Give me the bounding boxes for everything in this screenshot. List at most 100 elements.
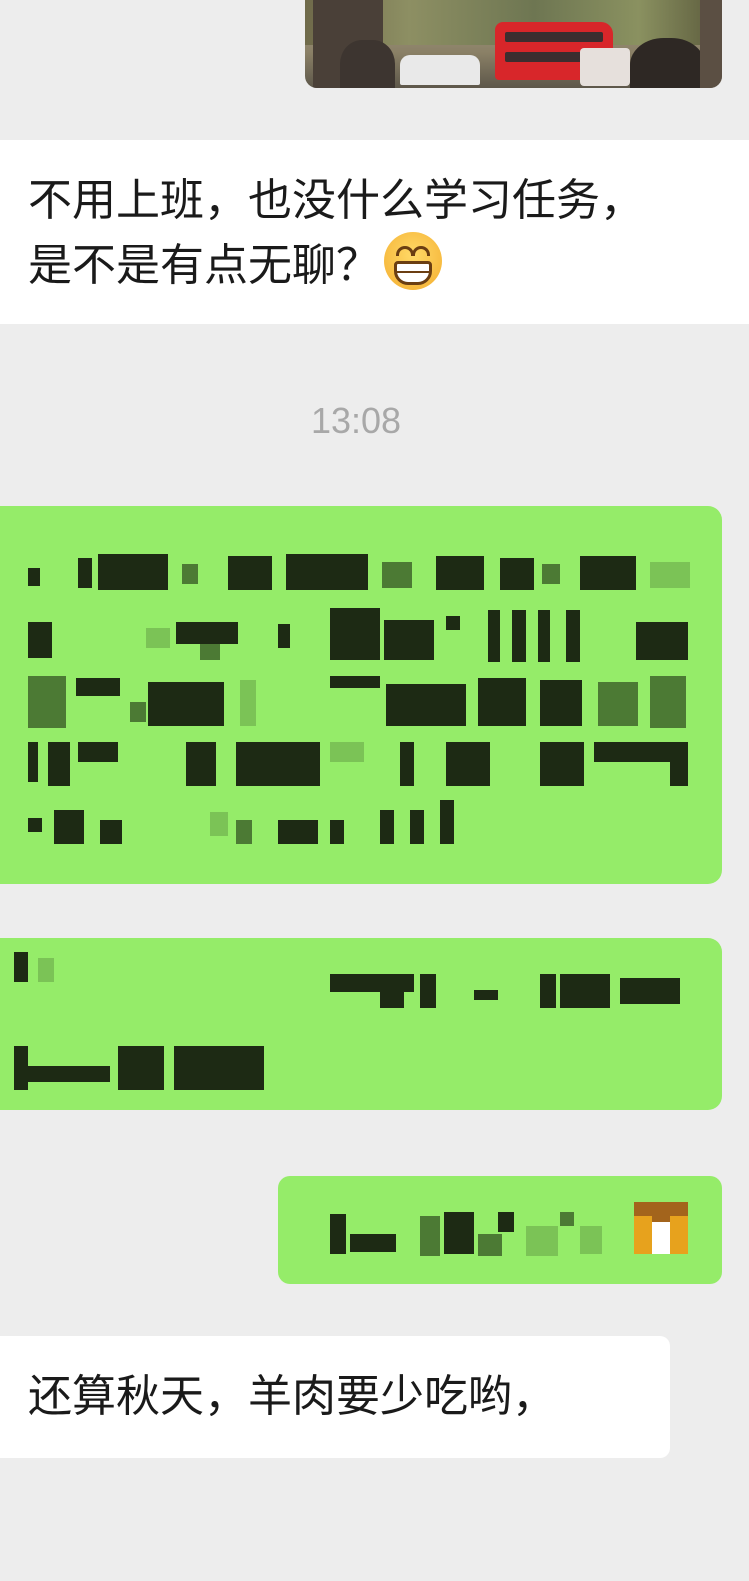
redaction-block bbox=[400, 742, 414, 786]
redaction-block bbox=[474, 990, 498, 1000]
redaction-block bbox=[14, 1046, 28, 1090]
redaction-block bbox=[98, 554, 168, 590]
redaction-block bbox=[48, 742, 70, 786]
photo-person bbox=[630, 38, 705, 88]
message-text: 还算秋天，羊肉要少吃哟， bbox=[28, 1371, 556, 1422]
photo-person bbox=[340, 40, 395, 88]
redaction-block bbox=[580, 556, 636, 590]
redaction-block bbox=[176, 622, 238, 644]
redaction-block bbox=[278, 624, 290, 648]
redaction-block bbox=[380, 974, 404, 1008]
outgoing-message-redacted[interactable] bbox=[0, 938, 722, 1110]
redaction-block bbox=[200, 644, 220, 660]
outgoing-message-redacted[interactable] bbox=[278, 1176, 722, 1284]
redaction-block bbox=[650, 676, 686, 728]
redaction-block bbox=[380, 810, 394, 844]
redaction-block bbox=[652, 1222, 670, 1254]
redaction-block bbox=[594, 742, 688, 762]
grin-emoji-icon bbox=[384, 232, 442, 290]
redaction-block bbox=[384, 620, 434, 660]
redaction-block bbox=[28, 568, 40, 586]
incoming-message[interactable]: 还算秋天，羊肉要少吃哟， bbox=[0, 1336, 670, 1458]
message-line: 是不是有点无聊？ bbox=[28, 232, 644, 297]
redaction-block bbox=[228, 556, 272, 590]
message-text: 不用上班，也没什么学习任务， 是不是有点无聊？ bbox=[28, 170, 644, 297]
redaction-block bbox=[598, 682, 638, 726]
photo-van bbox=[580, 48, 630, 86]
redaction-block bbox=[28, 1066, 110, 1082]
redaction-block bbox=[240, 680, 256, 726]
redaction-block bbox=[540, 974, 556, 1008]
redaction-block bbox=[670, 762, 688, 786]
redaction-block bbox=[118, 1046, 164, 1090]
redaction-block bbox=[330, 608, 380, 660]
redaction-block bbox=[278, 820, 318, 844]
redaction-block bbox=[440, 800, 454, 844]
redaction-block bbox=[130, 702, 146, 722]
redaction-block bbox=[636, 622, 688, 660]
redaction-block bbox=[330, 742, 364, 762]
redaction-block bbox=[410, 810, 424, 844]
redaction-block bbox=[538, 610, 550, 662]
redaction-block bbox=[436, 556, 484, 590]
redaction-block bbox=[100, 820, 122, 844]
redaction-block bbox=[446, 616, 460, 630]
redaction-block bbox=[526, 1226, 558, 1256]
redaction-block bbox=[28, 818, 42, 832]
redaction-block bbox=[286, 554, 368, 590]
image-message[interactable] bbox=[305, 0, 722, 88]
redaction-block bbox=[444, 1212, 474, 1254]
redaction-block bbox=[182, 564, 198, 584]
redaction-block bbox=[560, 974, 610, 1008]
outgoing-message-redacted[interactable] bbox=[0, 506, 722, 884]
redaction-block bbox=[54, 810, 84, 844]
redaction-block bbox=[500, 558, 534, 590]
redaction-block bbox=[76, 678, 120, 696]
timestamp: 13:08 bbox=[310, 400, 402, 441]
redaction-block bbox=[488, 610, 500, 662]
redaction-block bbox=[634, 1216, 652, 1254]
redaction-block bbox=[420, 974, 436, 1008]
redaction-block bbox=[330, 820, 344, 844]
redaction-block bbox=[174, 1046, 264, 1090]
redaction-block bbox=[420, 1216, 440, 1256]
message-line-text: 是不是有点无聊？ bbox=[28, 240, 380, 291]
bus-window bbox=[505, 32, 603, 42]
redaction-block bbox=[236, 820, 252, 844]
redaction-block bbox=[542, 564, 560, 584]
message-line: 不用上班，也没什么学习任务， bbox=[28, 175, 644, 226]
redaction-block bbox=[498, 1212, 514, 1232]
redaction-block bbox=[478, 678, 526, 726]
redaction-block bbox=[14, 952, 28, 982]
incoming-message[interactable]: 不用上班，也没什么学习任务， 是不是有点无聊？ bbox=[0, 140, 749, 324]
redaction-block bbox=[670, 1216, 688, 1254]
photo-pillar bbox=[700, 0, 722, 88]
redaction-block bbox=[540, 680, 582, 726]
redaction-block bbox=[28, 742, 38, 782]
redaction-block bbox=[28, 676, 66, 728]
redaction-block bbox=[28, 622, 52, 658]
redaction-block bbox=[540, 742, 584, 786]
redaction-block bbox=[236, 742, 320, 786]
photo-car bbox=[400, 55, 480, 85]
redaction-block bbox=[382, 562, 412, 588]
redaction-block bbox=[330, 1214, 346, 1254]
redaction-block bbox=[478, 1234, 502, 1256]
redaction-block bbox=[580, 1226, 602, 1254]
redaction-block bbox=[350, 1234, 396, 1252]
redaction-block bbox=[148, 682, 224, 726]
redaction-block bbox=[446, 742, 490, 786]
redaction-block bbox=[78, 558, 92, 588]
redaction-block bbox=[386, 684, 466, 726]
redaction-block bbox=[330, 676, 380, 688]
redaction-block bbox=[560, 1212, 574, 1226]
redaction-block bbox=[620, 978, 680, 1004]
redaction-block bbox=[512, 610, 526, 662]
redaction-block bbox=[650, 562, 690, 588]
redaction-block bbox=[146, 628, 170, 648]
redaction-block bbox=[210, 812, 228, 836]
redaction-block bbox=[186, 742, 216, 786]
redaction-block bbox=[38, 958, 54, 982]
redaction-block bbox=[78, 742, 118, 762]
redaction-block bbox=[566, 610, 580, 662]
